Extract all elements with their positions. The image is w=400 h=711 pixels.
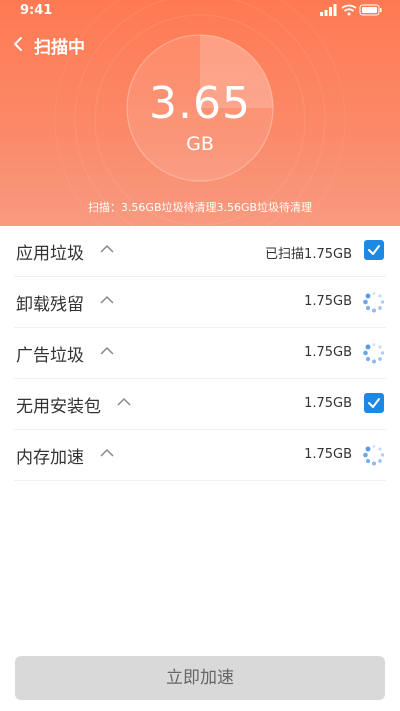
spinner-dot (365, 344, 371, 350)
scan-category-list: 应用垃圾 已扫描1.75GB 卸载残留 1.75GB 广告垃圾 1.75GB 无… (0, 226, 400, 481)
spinner-dot (372, 343, 376, 346)
speed-up-button[interactable]: 立即加速 (15, 656, 385, 700)
spinner-dot (372, 359, 376, 364)
junk-size-value: 3.65 (149, 78, 251, 129)
scan-summary-text: 扫描：3.56GB垃圾待清理3.56GB垃圾待清理 (87, 201, 313, 214)
category-size: 1.75GB (304, 396, 352, 411)
loading-spinner-icon (363, 292, 385, 313)
spinner-dot (372, 308, 376, 313)
spinner-dot (365, 458, 371, 464)
spinner-dot (372, 461, 376, 466)
back-arrow-icon[interactable] (10, 34, 28, 54)
category-checkbox[interactable] (364, 240, 384, 260)
spinner-dot (363, 299, 368, 305)
list-item[interactable]: 卸载残留 1.75GB (14, 277, 386, 328)
spinner-dot (365, 446, 371, 452)
category-size: 已扫描1.75GB (265, 247, 352, 262)
page-title: 扫描中 (34, 38, 85, 58)
spinner-dot (372, 445, 376, 448)
spinner-dot (378, 459, 382, 463)
category-label: 广告垃圾 (16, 346, 84, 366)
chevron-up-icon[interactable] (100, 244, 114, 254)
spinner-dot (380, 453, 385, 457)
spinner-dot (380, 300, 385, 304)
category-label: 内存加速 (16, 448, 84, 468)
spinner-dot (372, 292, 376, 295)
spinner-dot (363, 452, 368, 458)
category-label: 应用垃圾 (16, 244, 84, 264)
loading-spinner-icon (363, 445, 385, 466)
chevron-up-icon[interactable] (100, 346, 114, 356)
spinner-dot (378, 345, 382, 349)
list-item[interactable]: 无用安装包 1.75GB (14, 379, 386, 430)
list-item[interactable]: 广告垃圾 1.75GB (14, 328, 386, 379)
loading-spinner-icon (363, 343, 385, 364)
category-checkbox[interactable] (364, 393, 384, 413)
spinner-dot (378, 306, 382, 310)
category-label: 卸载残留 (16, 295, 84, 315)
category-size: 1.75GB (304, 294, 352, 309)
spinner-dot (378, 357, 382, 361)
category-size: 1.75GB (304, 447, 352, 462)
list-item[interactable]: 内存加速 1.75GB (14, 430, 386, 481)
spinner-dot (378, 447, 382, 451)
scan-header: 9:41 扫描中 3.65 GB 扫描：3.56GB垃圾待清理3.56GB垃圾待… (0, 0, 400, 226)
checkmark-icon (368, 245, 380, 255)
spinner-dot (363, 350, 368, 356)
spinner-dot (378, 294, 382, 298)
chevron-up-icon[interactable] (100, 295, 114, 305)
nav-bar: 扫描中 (0, 30, 400, 60)
chevron-up-icon[interactable] (100, 448, 114, 458)
junk-size-unit: GB (186, 133, 214, 155)
spinner-dot (365, 356, 371, 362)
chevron-up-icon[interactable] (117, 397, 131, 407)
spinner-dot (365, 293, 371, 299)
category-label: 无用安装包 (16, 397, 101, 417)
list-item[interactable]: 应用垃圾 已扫描1.75GB (14, 226, 386, 277)
category-size: 1.75GB (304, 345, 352, 360)
spinner-dot (380, 351, 385, 355)
checkmark-icon (368, 398, 380, 408)
spinner-dot (365, 305, 371, 311)
